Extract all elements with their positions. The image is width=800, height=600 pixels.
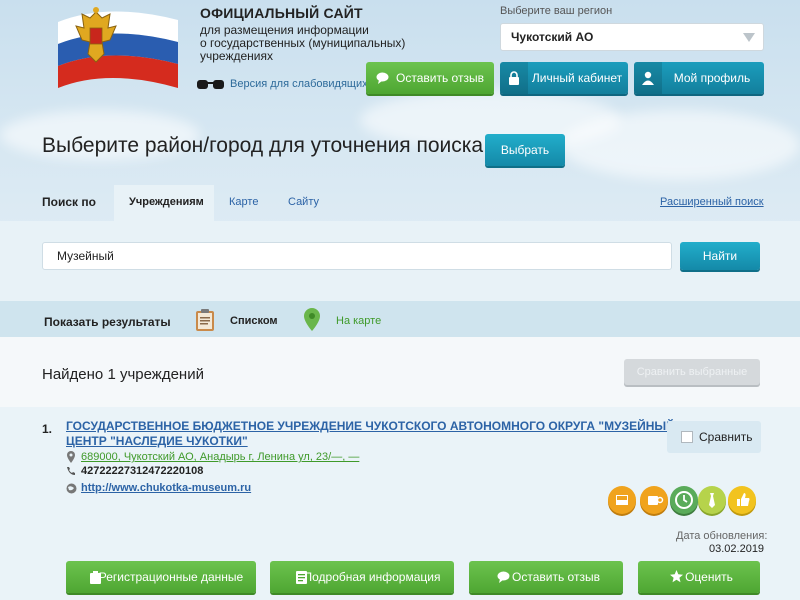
address-link[interactable]: 689000, Чукотский АО, Анадырь г, Ленина … <box>81 451 359 463</box>
button-label: Мой профиль <box>673 71 751 85</box>
list-document-icon[interactable] <box>194 308 216 332</box>
compare-checkbox[interactable] <box>681 431 693 443</box>
region-select[interactable]: Чукотский АО <box>500 23 764 51</box>
update-label: Дата обновления: <box>676 530 768 542</box>
search-input[interactable]: Музейный <box>42 242 672 270</box>
button-label: Регистрационные данные <box>98 570 244 584</box>
detailed-info-button[interactable]: Подробная информация <box>270 561 454 593</box>
speech-bubble-icon <box>497 571 510 583</box>
tab-site[interactable]: Сайту <box>288 196 319 208</box>
site-subtitle: для размещения информации о государствен… <box>200 24 420 63</box>
find-button[interactable]: Найти <box>680 242 760 270</box>
star-icon <box>670 570 683 583</box>
view-map-option[interactable]: На карте <box>336 315 381 327</box>
compare-selected-button[interactable]: Сравнить выбранные <box>624 359 760 385</box>
view-list-option[interactable]: Списком <box>230 315 278 327</box>
low-vision-link[interactable]: Версия для слабовидящих <box>230 78 368 90</box>
website-link[interactable]: http://www.chukotka-museum.ru <box>81 482 251 494</box>
name-line: ГОСУДАРСТВЕННОЕ БЮДЖЕТНОЕ УЧРЕЖДЕНИЕ ЧУК… <box>66 419 675 433</box>
compare-label: Сравнить <box>699 430 753 444</box>
glasses-icon[interactable] <box>196 78 226 92</box>
site-title: ОФИЦИАЛЬНЫЙ САЙТ <box>200 5 363 21</box>
globe-icon <box>66 483 77 494</box>
found-count: Найдено 1 учреждений <box>42 366 204 383</box>
item-feedback-button[interactable]: Оставить отзыв <box>469 561 623 593</box>
button-label: Оставить отзыв <box>396 71 484 85</box>
name-line: ЦЕНТР "НАСЛЕДИЕ ЧУКОТКИ" <box>66 434 248 448</box>
speech-bubble-icon <box>376 72 389 84</box>
my-profile-button[interactable]: Мой профиль <box>634 62 764 94</box>
region-label: Выберите ваш регион <box>500 5 613 17</box>
tab-institutions[interactable]: Учреждениям <box>129 196 204 208</box>
advanced-search-link[interactable]: Расширенный поиск <box>660 196 764 208</box>
clipboard-icon <box>90 571 101 584</box>
region-value: Чукотский АО <box>511 30 594 44</box>
leave-feedback-button[interactable]: Оставить отзыв <box>366 62 494 94</box>
thumbs-up-icon[interactable] <box>728 486 756 514</box>
button-label: Подробная информация <box>303 570 441 584</box>
chevron-down-icon <box>743 33 755 42</box>
lock-icon <box>509 71 519 85</box>
user-icon <box>642 71 654 85</box>
update-date: 03.02.2019 <box>709 543 765 555</box>
tab-map[interactable]: Карте <box>229 196 258 208</box>
tie-icon[interactable] <box>698 486 726 514</box>
clock-icon[interactable] <box>670 486 698 514</box>
personal-cabinet-button[interactable]: Личный кабинет <box>500 62 628 94</box>
registration-data-button[interactable]: Регистрационные данные <box>66 561 256 593</box>
district-heading: Выберите район/город для уточнения поиск… <box>42 134 484 157</box>
map-pin-icon[interactable] <box>302 307 322 333</box>
compare-checkbox-container[interactable]: Сравнить <box>667 421 761 453</box>
cup-icon[interactable] <box>640 486 668 514</box>
russia-flag-emblem-icon[interactable] <box>48 2 188 90</box>
search-by-label: Поиск по <box>42 195 96 209</box>
rate-button[interactable]: Оценить <box>638 561 760 593</box>
choose-district-button[interactable]: Выбрать <box>485 134 565 166</box>
institution-name-link[interactable]: ГОСУДАРСТВЕННОЕ БЮДЖЕТНОЕ УЧРЕЖДЕНИЕ ЧУК… <box>66 419 675 449</box>
document-icon <box>296 571 307 584</box>
inbox-icon[interactable] <box>608 486 636 514</box>
location-pin-icon <box>67 451 75 463</box>
cloud-decoration <box>560 110 800 180</box>
item-number: 1. <box>42 422 53 436</box>
phone-number: 42722227312472220108 <box>81 465 204 477</box>
show-results-label: Показать результаты <box>44 315 171 329</box>
phone-icon <box>67 467 75 475</box>
